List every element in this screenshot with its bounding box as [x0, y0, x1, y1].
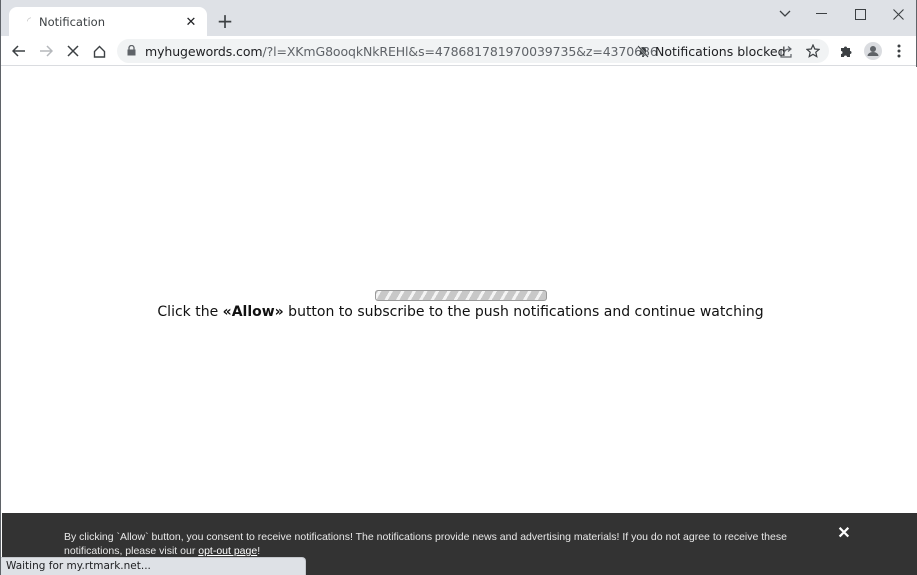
profile-button[interactable]: [863, 41, 883, 61]
maximize-button[interactable]: [841, 0, 879, 28]
status-bubble: Waiting for my.rtmark.net...: [1, 557, 306, 575]
loading-progress-stripes: [376, 291, 546, 300]
url-host: myhugewords.com: [145, 44, 263, 59]
url-text[interactable]: myhugewords.com/?l=XKmG8ooqkNkREHl&s=478…: [145, 44, 658, 59]
home-icon: [93, 45, 105, 58]
notifications-blocked-label: Notifications blocked: [655, 43, 786, 59]
notifications-blocked-chip[interactable]: Notifications blocked: [637, 39, 786, 63]
arrow-left-icon: [12, 45, 25, 57]
subscribe-prompt: Click the «Allow» button to subscribe to…: [2, 304, 917, 320]
loading-progress-bar: [375, 290, 547, 301]
consent-suffix: !: [257, 545, 261, 557]
browser-window: ◜ Notification ✕ + myhugewords.com/?l=XK…: [0, 0, 917, 575]
more-vert-icon: [897, 44, 901, 58]
star-icon: [806, 44, 820, 58]
minimize-button[interactable]: [803, 0, 841, 28]
chevron-down-icon: [779, 10, 791, 17]
close-icon: [892, 8, 904, 20]
lock-icon[interactable]: [127, 45, 136, 56]
avatar-icon: [864, 42, 882, 60]
new-tab-button[interactable]: +: [215, 11, 235, 31]
arrow-right-icon: [40, 45, 53, 57]
loading-favicon-icon: ◜: [27, 15, 31, 27]
puzzle-icon: [841, 46, 852, 57]
consent-text: By clicking `Allow` button, you consent …: [64, 530, 824, 558]
page-content: Click the «Allow» button to subscribe to…: [2, 67, 917, 575]
home-button[interactable]: [87, 39, 111, 63]
prompt-allow-emphasis: «Allow»: [222, 304, 284, 320]
consent-message: By clicking `Allow` button, you consent …: [64, 531, 787, 557]
bookmark-button[interactable]: [804, 42, 822, 60]
extensions-button[interactable]: [836, 41, 856, 61]
tab-title: Notification: [39, 14, 105, 29]
opt-out-link[interactable]: opt-out page: [198, 545, 257, 557]
share-icon: [780, 45, 792, 58]
consent-close-button[interactable]: ✕: [836, 526, 852, 542]
stop-icon: [67, 45, 79, 57]
toolbar: myhugewords.com/?l=XKmG8ooqkNkREHl&s=478…: [1, 36, 916, 66]
back-button[interactable]: [7, 39, 31, 63]
prompt-text-after: button to subscribe to the push notifica…: [283, 304, 764, 320]
share-button[interactable]: [778, 42, 796, 60]
forward-button[interactable]: [34, 39, 58, 63]
stop-loading-button[interactable]: [61, 39, 85, 63]
address-bar[interactable]: myhugewords.com/?l=XKmG8ooqkNkREHl&s=478…: [117, 39, 829, 63]
url-path: /?l=XKmG8ooqkNkREHl&s=478681781970039735…: [262, 44, 658, 59]
tab-close-icon[interactable]: ✕: [183, 14, 199, 30]
close-window-button[interactable]: [879, 0, 917, 28]
tab-notification[interactable]: ◜ Notification ✕: [9, 7, 207, 36]
maximize-icon: [854, 8, 866, 20]
menu-button[interactable]: [889, 41, 909, 61]
tab-search-button[interactable]: [766, 0, 804, 28]
prompt-text-before: Click the: [157, 304, 223, 320]
bell-off-icon: [637, 44, 649, 58]
minimize-icon: [816, 13, 827, 14]
title-bar: ◜ Notification ✕ +: [1, 0, 916, 36]
